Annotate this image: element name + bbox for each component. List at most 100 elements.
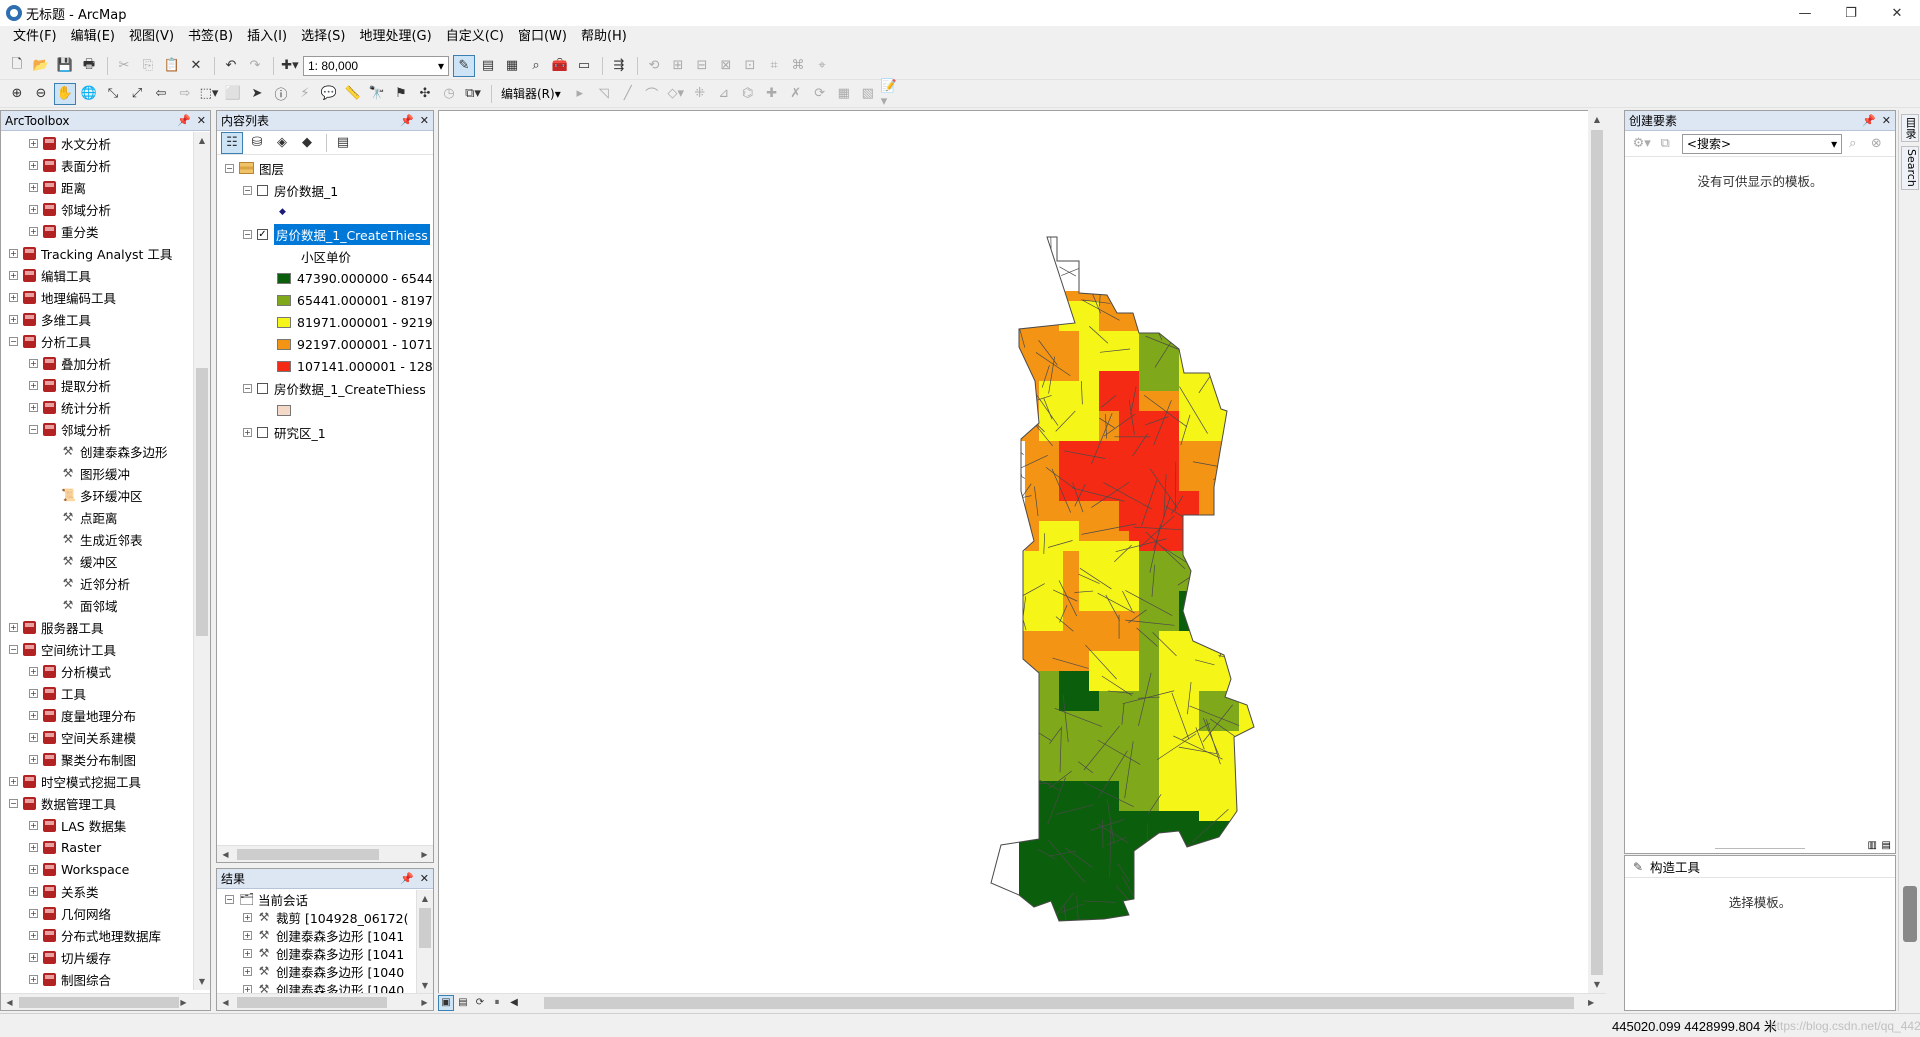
zoom-out-icon[interactable]: ⊖ (30, 83, 52, 105)
pin-icon[interactable]: 📌 (400, 114, 414, 127)
toolbox-item[interactable]: + 编辑工具 (1, 264, 194, 286)
collapse-icon[interactable]: − (243, 229, 252, 239)
layer-visibility-checkbox[interactable] (257, 426, 268, 438)
toolbox-horizontal-scrollbar[interactable]: ◀ ▶ (1, 993, 210, 1010)
expand-icon[interactable]: + (29, 974, 38, 984)
legend-swatch[interactable] (277, 338, 291, 350)
html-popup-icon[interactable]: 💬 (318, 83, 340, 105)
distribute-icon[interactable]: ⊠ (715, 55, 737, 77)
expand-icon[interactable]: + (29, 182, 38, 192)
scrollbar-thumb[interactable] (237, 997, 387, 1008)
close-button[interactable]: ✕ (1874, 0, 1920, 26)
rotate-tool-icon[interactable]: ⟳ (809, 83, 831, 105)
label-icon[interactable]: ⌘ (787, 55, 809, 77)
expand-icon[interactable]: + (29, 666, 38, 676)
toolbox-item[interactable]: ⚒ 创建泰森多边形 (1, 440, 194, 462)
pin-icon[interactable]: 📌 (177, 114, 191, 127)
results-horizontal-scrollbar[interactable]: ◀ ▶ (217, 993, 433, 1010)
thiessen-polygon[interactable] (1179, 351, 1239, 441)
collapse-icon[interactable]: − (243, 383, 252, 393)
thiessen-polygon[interactable] (1039, 521, 1079, 551)
toc-layer-row[interactable]: + 研究区_1 (217, 421, 433, 443)
toolbox-vertical-scrollbar[interactable]: ▲ ▼ (193, 132, 210, 990)
splitter-grip[interactable] (1715, 848, 1805, 849)
scrollbar-thumb[interactable] (237, 849, 379, 860)
expand-icon[interactable]: + (29, 380, 38, 390)
scroll-up-icon[interactable]: ▲ (417, 890, 433, 907)
select-features-icon[interactable]: ⬚▾ (198, 83, 220, 105)
result-item[interactable]: + ⚒ 创建泰森多边形 [1041 (217, 926, 417, 944)
menu-help[interactable]: 帮助(H) (574, 26, 634, 48)
scroll-left-icon[interactable]: ◀ (217, 846, 234, 863)
paste-icon[interactable]: 📋 (161, 55, 183, 77)
toolbox-item[interactable]: + 聚类分布制图 (1, 748, 194, 770)
minimize-button[interactable]: — (1782, 0, 1828, 26)
search-tab[interactable]: Search (1901, 146, 1919, 190)
legend-class-row[interactable]: 81971.000001 - 9219 (217, 311, 433, 333)
expand-icon[interactable]: + (29, 402, 38, 412)
thiessen-polygon[interactable] (1199, 611, 1239, 671)
search-window-icon[interactable]: ⌕ (525, 55, 547, 77)
toolbox-item[interactable]: + 叠加分析 (1, 352, 194, 374)
toolbox-item[interactable]: − 分析工具 (1, 330, 194, 352)
toolbox-item[interactable]: + 分析模式 (1, 660, 194, 682)
toolbox-item[interactable]: + 地理编码工具 (1, 286, 194, 308)
menu-edit[interactable]: 编辑(E) (64, 26, 122, 48)
map-vertical-scrollbar[interactable]: ▲ ▼ (1588, 110, 1606, 993)
toolbox-item[interactable]: + 分布式地理数据库 (1, 924, 194, 946)
toolbox-item[interactable]: + 统计分析 (1, 396, 194, 418)
expand-icon[interactable]: + (243, 948, 252, 958)
toolbox-item[interactable]: + 工具 (1, 682, 194, 704)
cut-icon[interactable]: ✂ (113, 55, 135, 77)
scrollbar-thumb[interactable] (19, 997, 179, 1008)
cut-polygons-icon[interactable]: ✚ (761, 83, 783, 105)
arctoolbox-window-icon[interactable]: 🧰 (549, 55, 571, 77)
toolbox-item[interactable]: + 多维工具 (1, 308, 194, 330)
toolbox-item[interactable]: − 数据管理工具 (1, 792, 194, 814)
thiessen-polygon[interactable] (1139, 551, 1199, 631)
scroll-right-icon[interactable]: ▶ (416, 846, 433, 863)
close-icon[interactable]: ✕ (197, 114, 206, 127)
edit-annotation-icon[interactable]: ◹ (593, 83, 615, 105)
expand-icon[interactable]: + (29, 710, 38, 720)
close-icon[interactable]: ✕ (420, 114, 429, 127)
toolbox-item[interactable]: + LAS 数据集 (1, 814, 194, 836)
toolbox-item[interactable]: + 度量地理分布 (1, 704, 194, 726)
new-document-icon[interactable]: 🗋 (6, 55, 28, 77)
collapse-icon[interactable]: − (9, 336, 18, 346)
pin-icon[interactable]: 📌 (1862, 114, 1876, 127)
expand-icon[interactable]: + (243, 930, 252, 940)
scroll-left-icon[interactable]: ◀ (506, 995, 522, 1011)
menu-geoprocessing[interactable]: 地理处理(G) (352, 26, 438, 48)
toc-layer-row[interactable]: − ✓ 房价数据_1_CreateThiess (217, 223, 433, 245)
expand-icon[interactable]: + (29, 952, 38, 962)
model-builder-icon[interactable]: ⇶ (608, 55, 630, 77)
collapse-panel-icon[interactable]: ▥ (1868, 840, 1877, 851)
rail-grip-handle[interactable] (1903, 886, 1917, 942)
menu-customize[interactable]: 自定义(C) (439, 26, 511, 48)
menu-windows[interactable]: 窗口(W) (511, 26, 574, 48)
legend-swatch[interactable] (277, 360, 291, 372)
expand-icon[interactable]: + (29, 754, 38, 764)
toolbox-item[interactable]: + 时空模式挖掘工具 (1, 770, 194, 792)
thiessen-polygon[interactable] (1159, 711, 1199, 791)
current-session-row[interactable]: − 🗂 当前会话 (217, 890, 417, 908)
toolbox-item[interactable]: + Tracking Analyst 工具 (1, 242, 194, 264)
list-by-drawing-order-icon[interactable]: ☷ (221, 131, 243, 154)
result-item[interactable]: + ⚒ 创建泰森多边形 [1040 (217, 980, 417, 994)
map-view[interactable] (438, 110, 1606, 1011)
measure-icon[interactable]: 📏 (342, 83, 364, 105)
expand-icon[interactable]: + (29, 204, 38, 214)
expand-icon[interactable]: + (9, 314, 18, 324)
scrollbar-thumb[interactable] (196, 368, 208, 636)
align-icon[interactable]: ⊟ (691, 55, 713, 77)
toolbox-item[interactable]: + Workspace (1, 858, 194, 880)
toolbox-item[interactable]: + 服务器工具 (1, 616, 194, 638)
thiessen-polygon[interactable] (1179, 311, 1219, 351)
toolbox-item[interactable]: + 重分类 (1, 220, 194, 242)
identify-icon[interactable]: ⓘ (270, 83, 292, 105)
thiessen-polygon[interactable] (1119, 731, 1159, 811)
scroll-right-icon[interactable]: ▶ (175, 994, 192, 1011)
trace-icon[interactable]: ◇▾ (665, 83, 687, 105)
toolbox-item[interactable]: ⚒ 图形缓冲 (1, 462, 194, 484)
